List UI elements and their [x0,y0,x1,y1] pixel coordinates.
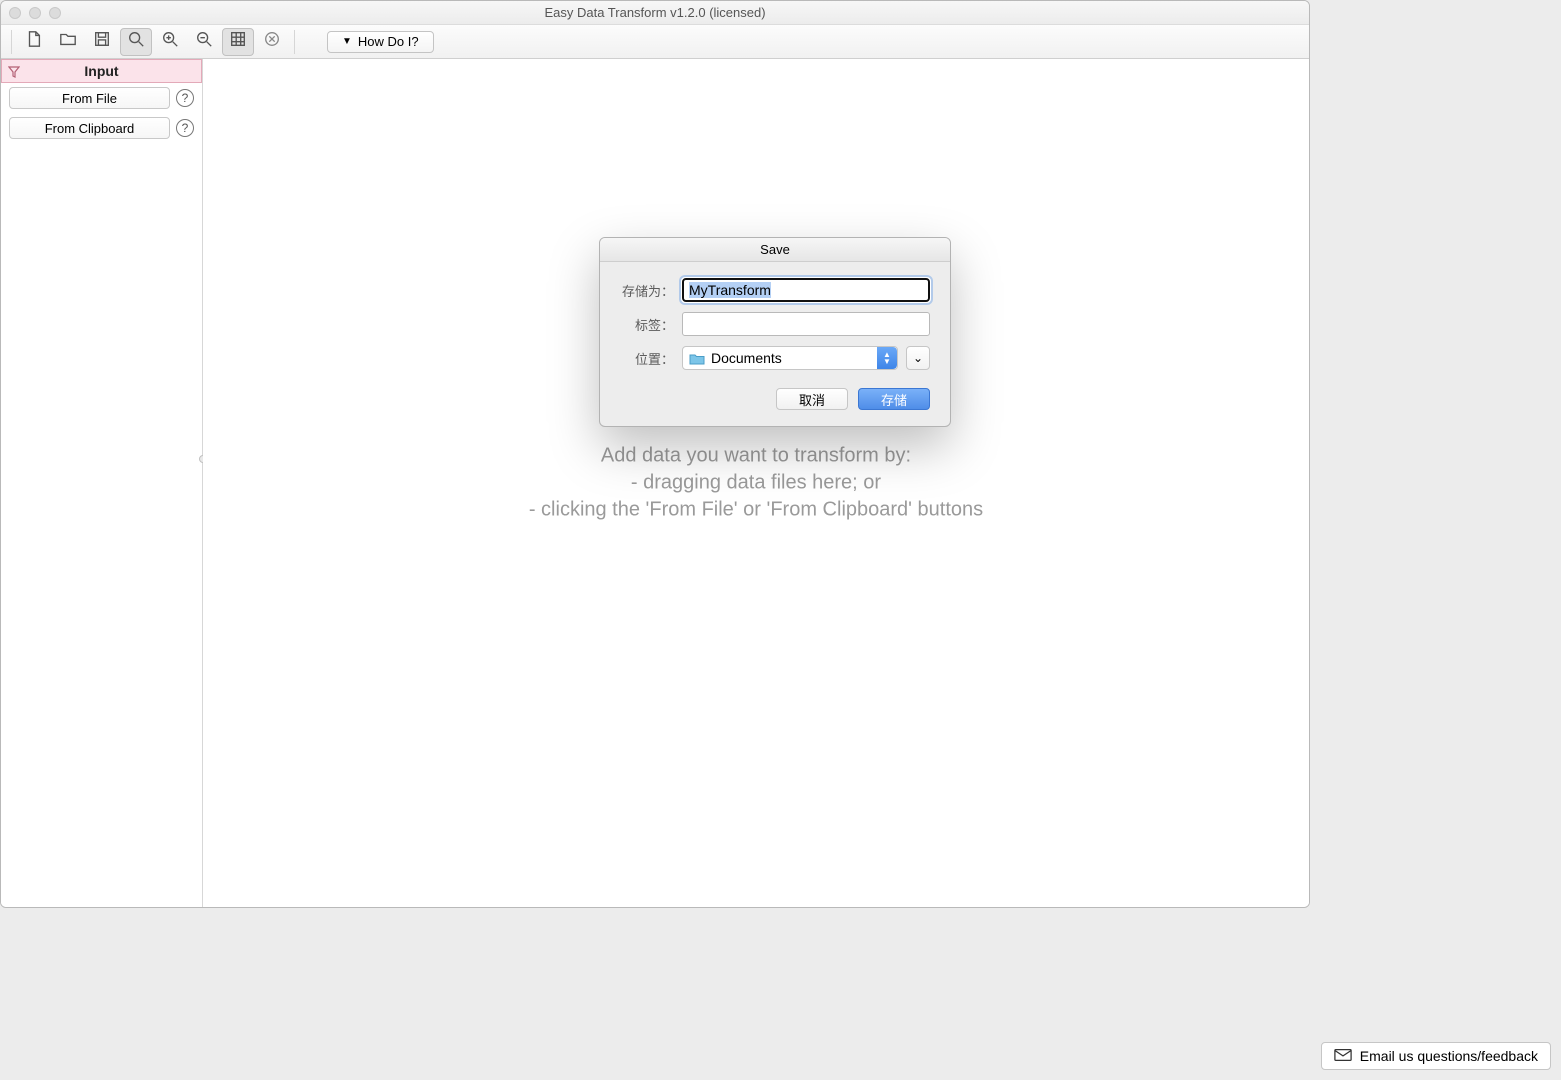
folder-icon [689,352,705,364]
toolbar: ▼ How Do I? [1,25,1309,59]
select-stepper-icon: ▲▼ [877,347,897,369]
save-dialog-title: Save [760,242,790,257]
location-select[interactable]: Documents ▲▼ [682,346,898,370]
save-dialog: Save 存储为： 标签： 位置： [599,237,951,427]
sidebar: Input From File ? From Clipboard ? [1,59,203,907]
clear-button[interactable] [256,28,288,56]
from-clipboard-label: From Clipboard [45,121,135,136]
sidebar-title: Input [84,63,118,79]
window-zoom-icon[interactable] [49,7,61,19]
location-row: 位置： Documents ▲▼ ⌄ [620,346,930,370]
new-file-button[interactable] [18,28,50,56]
chevron-down-icon: ⌄ [913,351,923,365]
location-label: 位置： [620,349,674,368]
confirm-save-button[interactable]: 存储 [858,388,930,410]
save-dialog-titlebar: Save [600,238,950,262]
zoom-in-button[interactable] [154,28,186,56]
zoom-out-icon [195,30,213,53]
window-minimize-icon[interactable] [29,7,41,19]
feedback-label: Email us questions/feedback [1360,1048,1538,1064]
save-label: 存储 [881,390,907,409]
feedback-button[interactable]: Email us questions/feedback [1321,1042,1551,1070]
cancel-button[interactable]: 取消 [776,388,848,410]
window-titlebar: Easy Data Transform v1.2.0 (licensed) [1,1,1309,25]
help-from-clipboard-button[interactable]: ? [176,119,194,137]
save-dialog-buttons: 取消 存储 [600,380,950,426]
zoom-in-icon [161,30,179,53]
how-do-i-button[interactable]: ▼ How Do I? [327,31,434,53]
save-as-input[interactable] [682,278,930,302]
save-icon [93,30,111,53]
toggle-grid-button[interactable] [222,28,254,56]
sidebar-header: Input [1,59,202,83]
grid-icon [229,30,247,53]
tags-input[interactable] [682,312,930,336]
save-button[interactable] [86,28,118,56]
question-icon: ? [182,91,189,105]
how-do-i-label: How Do I? [358,34,419,49]
magnifier-icon [127,30,145,53]
window-controls [9,7,61,19]
document-icon [25,30,43,53]
from-clipboard-button[interactable]: From Clipboard [9,117,170,139]
location-value: Documents [711,350,782,366]
question-icon: ? [182,121,189,135]
from-file-button[interactable]: From File [9,87,170,109]
tags-label: 标签： [620,315,674,334]
filter-icon[interactable] [8,65,20,77]
mail-icon [1334,1048,1352,1065]
placeholder-line: Add data you want to transform by: [258,443,1253,470]
save-as-label: 存储为： [620,281,674,300]
toolbar-separator [11,30,12,54]
tags-row: 标签： [620,312,930,336]
from-file-label: From File [62,91,117,106]
help-from-file-button[interactable]: ? [176,89,194,107]
placeholder-line: - clicking the 'From File' or 'From Clip… [258,497,1253,524]
save-as-row: 存储为： [620,278,930,302]
canvas-area[interactable]: Add data you want to transform by: - dra… [203,59,1309,907]
sidebar-row-from-file: From File ? [1,83,202,113]
window-close-icon[interactable] [9,7,21,19]
toolbar-separator [294,30,295,54]
cancel-label: 取消 [799,390,825,409]
folder-icon [59,30,77,53]
zoom-fit-button[interactable] [120,28,152,56]
expand-location-button[interactable]: ⌄ [906,346,930,370]
dropdown-icon: ▼ [342,36,352,47]
canvas-placeholder: Add data you want to transform by: - dra… [258,443,1253,524]
placeholder-line: - dragging data files here; or [258,470,1253,497]
close-circle-icon [263,30,281,53]
app-body: Input From File ? From Clipboard ? [1,59,1309,907]
save-dialog-body: 存储为： 标签： 位置： Documents [600,262,950,380]
sidebar-row-from-clipboard: From Clipboard ? [1,113,202,143]
app-window: Easy Data Transform v1.2.0 (licensed) [0,0,1310,908]
zoom-out-button[interactable] [188,28,220,56]
window-title: Easy Data Transform v1.2.0 (licensed) [544,5,765,20]
open-file-button[interactable] [52,28,84,56]
